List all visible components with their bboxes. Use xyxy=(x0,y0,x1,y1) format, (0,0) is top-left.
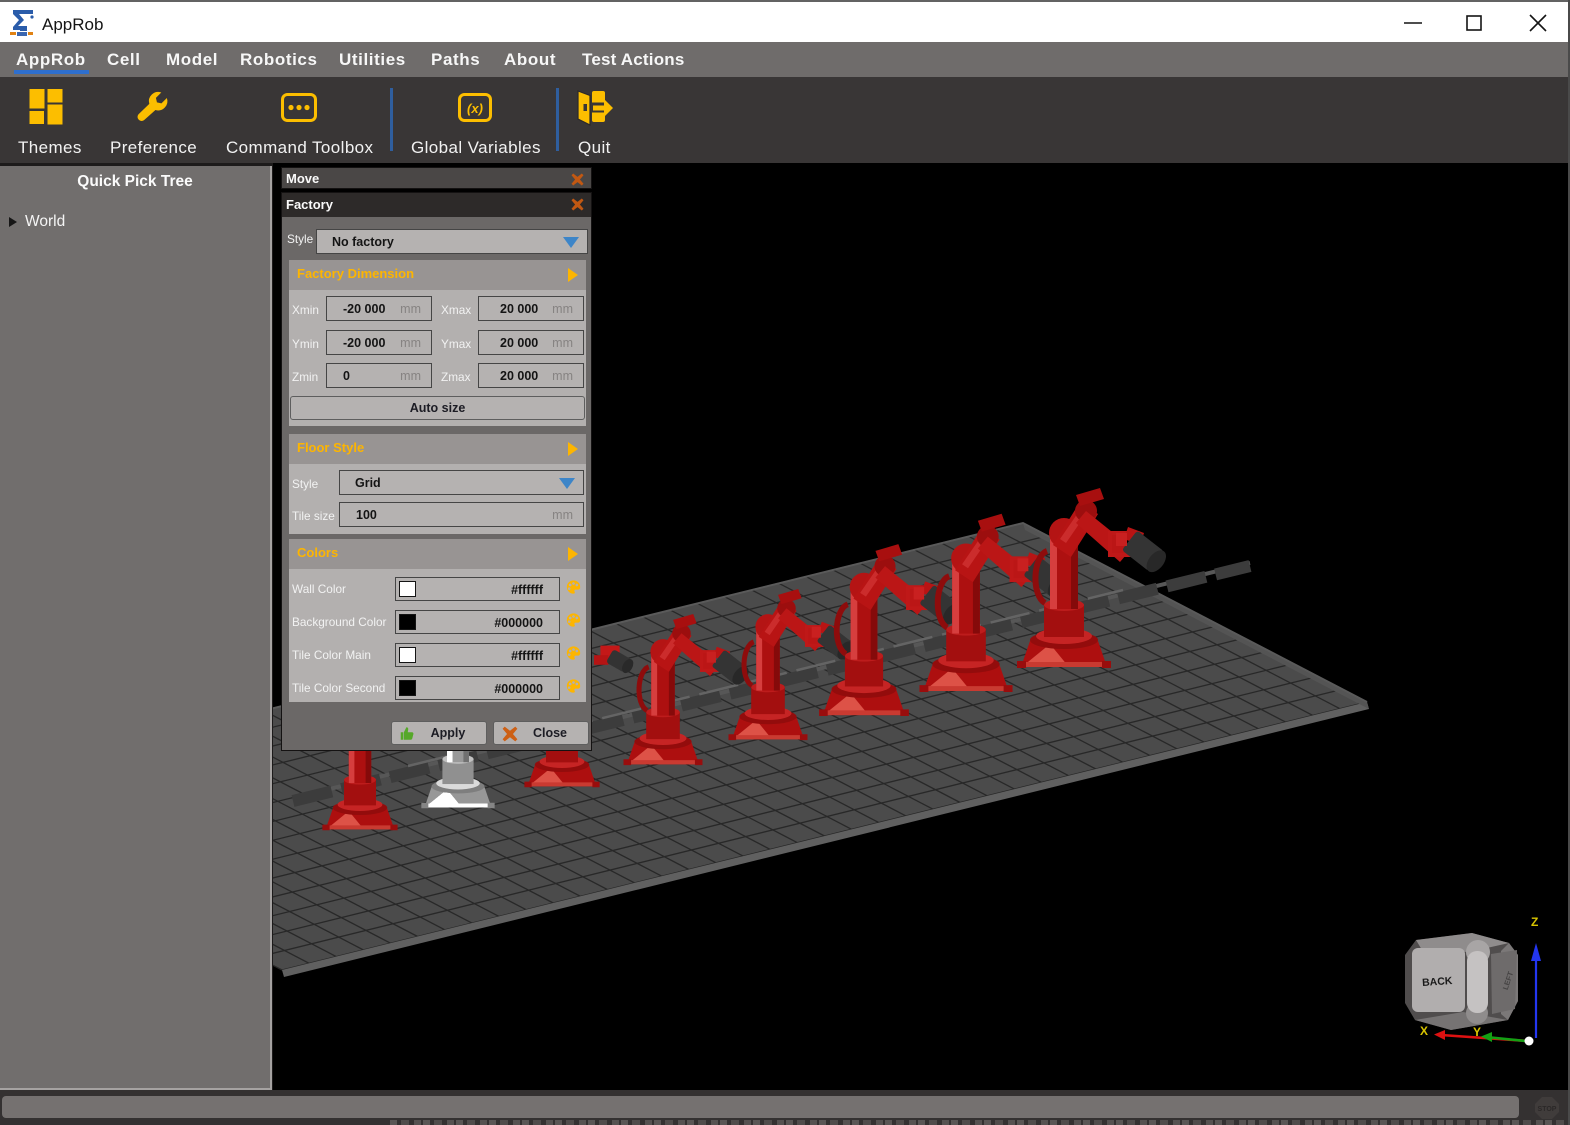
svg-text:Z: Z xyxy=(1531,915,1538,929)
svg-text:STOP: STOP xyxy=(1538,1106,1557,1113)
svg-text:X: X xyxy=(1420,1024,1428,1038)
svg-text:(x): (x) xyxy=(467,101,483,116)
svg-text:Y: Y xyxy=(1473,1025,1481,1039)
svg-text:BACK: BACK xyxy=(1422,975,1454,989)
